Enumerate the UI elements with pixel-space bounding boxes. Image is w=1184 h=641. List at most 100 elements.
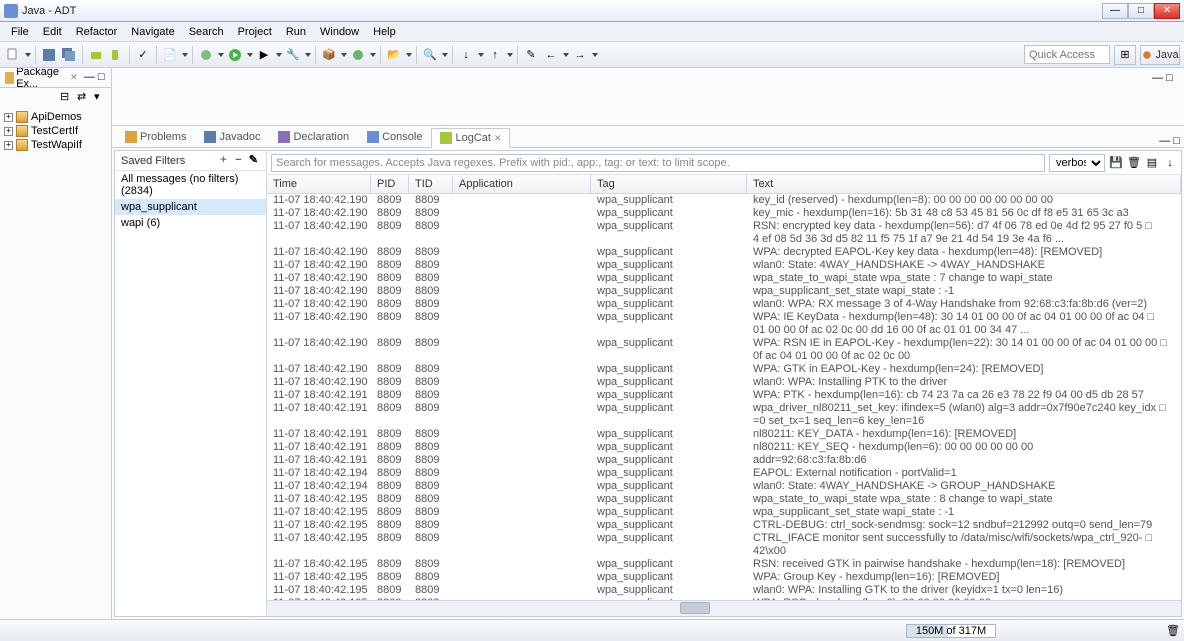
log-row[interactable]: 11-07 18:40:42.19088098809wpa_supplicant… <box>267 220 1181 233</box>
log-row[interactable]: 4 ef 08 5d 36 3d d5 82 11 f5 75 1f a7 9e… <box>267 233 1181 246</box>
close-button[interactable]: ✕ <box>1154 3 1180 19</box>
close-icon[interactable]: ✕ <box>494 133 502 144</box>
log-row[interactable]: 11-07 18:40:42.19188098809wpa_supplicant… <box>267 441 1181 454</box>
java-perspective-button[interactable]: Java <box>1140 45 1180 65</box>
display-filters-button[interactable]: ▤ <box>1145 156 1159 170</box>
tab-declaration[interactable]: Declaration <box>269 127 358 147</box>
new-package-button[interactable]: 📦 <box>320 46 338 64</box>
log-row[interactable]: 11-07 18:40:42.19088098809wpa_supplicant… <box>267 259 1181 272</box>
tab-javadoc[interactable]: Javadoc <box>195 127 269 147</box>
tab-logcat[interactable]: LogCat✕ <box>431 128 510 148</box>
search-button[interactable]: 🔍 <box>421 46 439 64</box>
logcat-table[interactable]: Time PID TID Application Tag Text 11-07 … <box>267 175 1181 600</box>
log-row[interactable]: 11-07 18:40:42.19088098809wpa_supplicant… <box>267 246 1181 259</box>
prev-annotation-button[interactable]: ↑ <box>486 46 504 64</box>
log-row[interactable]: 11-07 18:40:42.19088098809wpa_supplicant… <box>267 298 1181 311</box>
col-tag[interactable]: Tag <box>591 175 747 193</box>
expand-icon[interactable]: + <box>4 113 13 122</box>
expand-icon[interactable]: + <box>4 141 13 150</box>
run-last-button[interactable]: ▶ <box>255 46 273 64</box>
log-row[interactable]: 11-07 18:40:42.19088098809wpa_supplicant… <box>267 363 1181 376</box>
collapse-all-button[interactable]: ⊟ <box>60 90 74 104</box>
menu-run[interactable]: Run <box>279 24 313 40</box>
link-editor-button[interactable]: ⇄ <box>77 90 91 104</box>
log-row[interactable]: 11-07 18:40:42.19488098809wpa_supplicant… <box>267 480 1181 493</box>
save-log-button[interactable]: 💾 <box>1109 156 1123 170</box>
log-row[interactable]: 11-07 18:40:42.19588098809wpa_supplicant… <box>267 558 1181 571</box>
back-button[interactable]: ← <box>542 46 560 64</box>
log-row[interactable]: 11-07 18:40:42.19088098809wpa_supplicant… <box>267 194 1181 207</box>
log-row[interactable]: 11-07 18:40:42.19588098809wpa_supplicant… <box>267 584 1181 597</box>
maximize-editor-button[interactable]: □ <box>1166 72 1180 86</box>
log-row[interactable]: 11-07 18:40:42.19588098809wpa_supplicant… <box>267 571 1181 584</box>
log-row[interactable]: 11-07 18:40:42.19488098809wpa_supplicant… <box>267 467 1181 480</box>
log-row[interactable]: =0 set_tx=1 seq_len=6 key_len=16 <box>267 415 1181 428</box>
menu-help[interactable]: Help <box>366 24 403 40</box>
view-menu-button[interactable]: ▾ <box>94 90 108 104</box>
scroll-lock-button[interactable]: ↓ <box>1163 156 1177 170</box>
project-testwapiif[interactable]: +TestWapiIf <box>2 138 109 152</box>
forward-button[interactable]: → <box>571 46 589 64</box>
lint-button[interactable]: ✓ <box>134 46 152 64</box>
expand-icon[interactable]: + <box>4 127 13 136</box>
log-row[interactable]: 11-07 18:40:42.19088098809wpa_supplicant… <box>267 207 1181 220</box>
new-project-button[interactable]: 📄 <box>161 46 179 64</box>
gc-button[interactable]: 🗑 <box>1166 624 1180 638</box>
maximize-button[interactable]: □ <box>1128 3 1154 19</box>
horizontal-scrollbar[interactable] <box>267 600 1181 616</box>
new-class-button[interactable] <box>349 46 367 64</box>
save-button[interactable] <box>40 46 58 64</box>
minimize-view-button[interactable]: ― <box>84 71 95 85</box>
avd-manager-button[interactable] <box>107 46 125 64</box>
filter-item[interactable]: wpa_supplicant <box>115 199 266 215</box>
menu-refactor[interactable]: Refactor <box>69 24 125 40</box>
remove-filter-button[interactable]: − <box>232 154 245 167</box>
last-edit-button[interactable]: ✎ <box>522 46 540 64</box>
col-app[interactable]: Application <box>453 175 591 193</box>
log-row[interactable]: 11-07 18:40:42.19588098809wpa_supplicant… <box>267 506 1181 519</box>
log-row[interactable]: 11-07 18:40:42.19188098809wpa_supplicant… <box>267 402 1181 415</box>
minimize-view-button[interactable]: ― <box>1159 135 1170 147</box>
filter-item[interactable]: All messages (no filters) (2834) <box>115 171 266 199</box>
menu-navigate[interactable]: Navigate <box>124 24 181 40</box>
add-filter-button[interactable]: + <box>217 154 230 167</box>
log-row[interactable]: 11-07 18:40:42.19088098809wpa_supplicant… <box>267 337 1181 350</box>
tab-problems[interactable]: Problems <box>116 127 195 147</box>
log-level-select[interactable]: verbose <box>1049 154 1105 172</box>
logcat-search-input[interactable]: Search for messages. Accepts Java regexe… <box>271 154 1045 172</box>
maximize-view-button[interactable]: □ <box>98 71 109 85</box>
col-text[interactable]: Text <box>747 175 1181 193</box>
minimize-button[interactable]: — <box>1102 3 1128 19</box>
menu-window[interactable]: Window <box>313 24 366 40</box>
open-type-button[interactable]: 📂 <box>385 46 403 64</box>
log-row[interactable]: 11-07 18:40:42.19188098809wpa_supplicant… <box>267 428 1181 441</box>
log-row[interactable]: 11-07 18:40:42.19588098809wpa_supplicant… <box>267 519 1181 532</box>
col-pid[interactable]: PID <box>371 175 409 193</box>
col-tid[interactable]: TID <box>409 175 453 193</box>
next-annotation-button[interactable]: ↓ <box>457 46 475 64</box>
log-row[interactable]: 01 00 00 0f ac 02 0c 00 dd 16 00 0f ac 0… <box>267 324 1181 337</box>
close-icon[interactable]: ✕ <box>70 72 78 83</box>
log-row[interactable]: 0f ac 04 01 00 00 0f ac 02 0c 00 <box>267 350 1181 363</box>
col-time[interactable]: Time <box>267 175 371 193</box>
project-testcertif[interactable]: +TestCertIf <box>2 124 109 138</box>
filter-item[interactable]: wapi (6) <box>115 215 266 231</box>
log-row[interactable]: 11-07 18:40:42.19088098809wpa_supplicant… <box>267 311 1181 324</box>
project-apidemos[interactable]: +ApiDemos <box>2 110 109 124</box>
log-row[interactable]: 11-07 18:40:42.19088098809wpa_supplicant… <box>267 272 1181 285</box>
menu-search[interactable]: Search <box>182 24 231 40</box>
debug-button[interactable] <box>197 46 215 64</box>
menu-project[interactable]: Project <box>231 24 279 40</box>
new-button[interactable] <box>4 46 22 64</box>
log-row[interactable]: 11-07 18:40:42.19088098809wpa_supplicant… <box>267 285 1181 298</box>
heap-status[interactable]: 150M of 317M <box>906 624 996 638</box>
clear-log-button[interactable]: 🗑 <box>1127 156 1141 170</box>
sdk-manager-button[interactable] <box>87 46 105 64</box>
menu-file[interactable]: File <box>4 24 36 40</box>
external-tools-button[interactable]: 🔧 <box>284 46 302 64</box>
log-row[interactable]: 42\x00 <box>267 545 1181 558</box>
edit-filter-button[interactable]: ✎ <box>247 154 260 167</box>
log-row[interactable]: 11-07 18:40:42.19188098809wpa_supplicant… <box>267 454 1181 467</box>
log-row[interactable]: 11-07 18:40:42.19188098809wpa_supplicant… <box>267 389 1181 402</box>
maximize-view-button[interactable]: □ <box>1173 135 1180 147</box>
